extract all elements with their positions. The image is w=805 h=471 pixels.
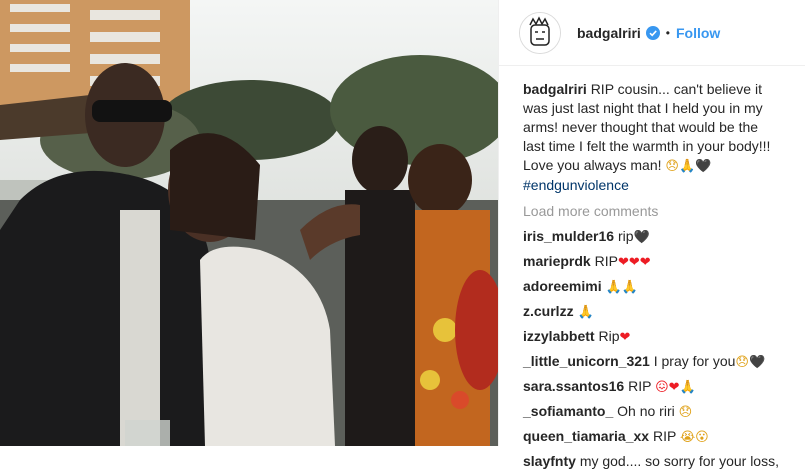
comment-emoji: 😞🖤 — [735, 355, 766, 370]
comment-text: RIP — [652, 428, 677, 444]
post-sidebar: badgalriri • Follow badgalriri RIP cousi… — [498, 0, 805, 469]
comment-emoji: 🖤 — [633, 230, 650, 245]
comment-username[interactable]: _little_unicorn_321 — [523, 353, 650, 369]
comment-username[interactable]: queen_tiamaria_xx — [523, 428, 649, 444]
comment-text: Rip — [598, 328, 620, 344]
comment-text: RIP — [594, 253, 618, 269]
follow-button[interactable]: Follow — [676, 25, 720, 41]
comment-emoji: 😞 — [678, 405, 693, 420]
comment-emoji: ❤ — [619, 330, 631, 345]
verified-badge-icon — [645, 25, 660, 40]
comment-username[interactable]: sara.ssantos16 — [523, 378, 624, 394]
comment-username[interactable]: _sofiamanto_ — [523, 403, 613, 419]
comment-emoji: 🙏 — [577, 305, 594, 320]
comment-text: Oh no riri — [617, 403, 675, 419]
load-more-comments-button[interactable]: Load more comments — [523, 203, 781, 219]
comment-item: _little_unicorn_321 I pray for you😞🖤 — [523, 352, 781, 372]
comment-text: RIP — [628, 378, 652, 394]
comment-emoji: 😖❤🙏 — [655, 380, 696, 395]
caption-username[interactable]: badgalriri — [523, 81, 587, 97]
comment-item: queen_tiamaria_xx RIP 😭😮 — [523, 427, 781, 447]
comment-username[interactable]: iris_mulder16 — [523, 228, 614, 244]
comment-item: sara.ssantos16 RIP 😖❤🙏 — [523, 377, 781, 397]
post-photo[interactable] — [0, 0, 498, 446]
comment-item: iris_mulder16 rip🖤 — [523, 227, 781, 247]
photo-image — [0, 0, 498, 446]
comment-text: my god.... so sorry for your loss, — [579, 453, 779, 469]
comment-username[interactable]: marieprdk — [523, 253, 591, 269]
comment-item: z.curlzz 🙏 — [523, 302, 781, 322]
avatar[interactable] — [519, 11, 561, 54]
comment-text: rip — [617, 228, 634, 244]
hashtag-link[interactable]: #endgunviolence — [523, 177, 629, 193]
comment-username[interactable]: adoreemimi — [523, 278, 602, 294]
comment-username[interactable]: slayfnty — [523, 453, 576, 469]
caption-emoji: 😞🙏🖤 — [665, 159, 712, 174]
comment-item: slayfnty my god.... so sorry for your lo… — [523, 452, 781, 471]
avatar-icon — [520, 12, 560, 53]
post-username[interactable]: badgalriri — [577, 25, 641, 41]
comment-item: _sofiamanto_ Oh no riri 😞 — [523, 402, 781, 422]
post-caption: badgalriri RIP cousin... can't believe i… — [523, 80, 781, 195]
separator-dot: • — [665, 25, 670, 40]
comments-area: badgalriri RIP cousin... can't believe i… — [499, 66, 805, 471]
instagram-post: badgalriri • Follow badgalriri RIP cousi… — [0, 0, 805, 469]
comment-item: marieprdk RIP❤❤❤ — [523, 252, 781, 272]
comment-emoji: ❤❤❤ — [617, 255, 651, 270]
comment-text: I pray for you — [653, 353, 736, 369]
comment-item: adoreemimi 🙏🙏 — [523, 277, 781, 297]
comment-username[interactable]: z.curlzz — [523, 303, 574, 319]
comment-item: izzylabbett Rip❤ — [523, 327, 781, 347]
comment-emoji: 🙏🙏 — [605, 280, 638, 295]
comment-username[interactable]: izzylabbett — [523, 328, 595, 344]
post-header: badgalriri • Follow — [499, 0, 805, 66]
comment-emoji: 😭😮 — [679, 430, 709, 445]
